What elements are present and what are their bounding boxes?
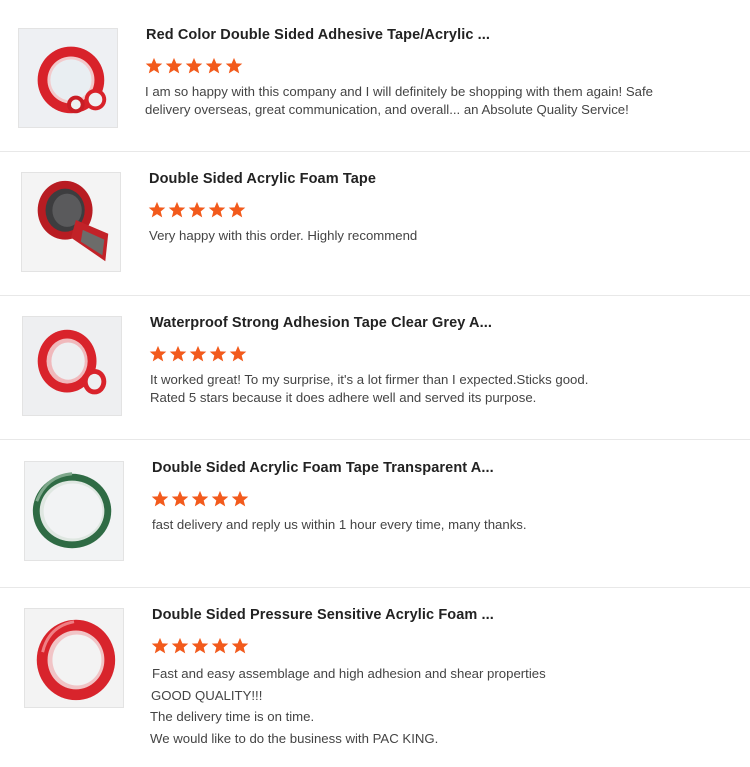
review-text: I am so happy with this company and I wi…: [145, 83, 653, 119]
product-title[interactable]: Double Sided Acrylic Foam Tape Transpare…: [152, 460, 494, 476]
green-transparent-tape-roll-image: [25, 462, 123, 560]
review-text-line: fast delivery and reply us within 1 hour…: [152, 517, 527, 532]
star-rating: [151, 637, 249, 655]
star-icon: [231, 490, 249, 507]
star-icon: [171, 637, 189, 654]
product-title[interactable]: Double Sided Acrylic Foam Tape: [149, 171, 376, 187]
product-title[interactable]: Red Color Double Sided Adhesive Tape/Acr…: [146, 27, 490, 43]
star-icon: [148, 201, 166, 218]
star-rating: [145, 57, 243, 75]
star-rating: [148, 201, 246, 219]
star-icon: [191, 637, 209, 654]
star-icon: [208, 201, 226, 218]
review-text-line: Rated 5 stars because it does adhere wel…: [150, 390, 537, 405]
divider: [0, 587, 750, 588]
star-icon: [191, 490, 209, 507]
star-icon: [171, 490, 189, 507]
grey-foam-tape-roll-image: [22, 173, 120, 271]
star-icon: [228, 201, 246, 218]
review-text-line: GOOD QUALITY!!!: [151, 687, 263, 703]
product-thumbnail[interactable]: [24, 608, 124, 708]
product-title[interactable]: Double Sided Pressure Sensitive Acrylic …: [152, 607, 494, 623]
product-thumbnail[interactable]: [21, 172, 121, 272]
star-icon: [205, 57, 223, 74]
review-text: Very happy with this order. Highly recom…: [149, 227, 417, 245]
review-text: It worked great! To my surprise, it's a …: [150, 371, 588, 407]
star-rating: [151, 490, 249, 508]
star-icon: [229, 345, 247, 362]
review-text-line: It worked great! To my surprise, it's a …: [150, 372, 589, 387]
review-text: fast delivery and reply us within 1 hour…: [152, 516, 527, 534]
red-pressure-tape-roll-image: [25, 609, 123, 707]
product-thumbnail[interactable]: [24, 461, 124, 561]
star-icon: [151, 637, 169, 654]
star-icon: [185, 57, 203, 74]
star-icon: [231, 637, 249, 654]
star-icon: [188, 201, 206, 218]
product-thumbnail[interactable]: [18, 28, 118, 128]
red-clear-tape-rolls-image: [23, 317, 121, 415]
star-icon: [189, 345, 207, 362]
star-icon: [211, 637, 229, 654]
star-icon: [145, 57, 163, 74]
review-text-line: Fast and easy assemblage and high adhesi…: [152, 666, 546, 681]
star-icon: [165, 57, 183, 74]
star-icon: [151, 490, 169, 507]
star-icon: [211, 490, 229, 507]
review-text-line: Very happy with this order. Highly recom…: [149, 228, 418, 243]
divider: [0, 295, 750, 296]
red-tape-rolls-image: [19, 29, 117, 127]
product-title[interactable]: Waterproof Strong Adhesion Tape Clear Gr…: [150, 315, 492, 331]
star-icon: [209, 345, 227, 362]
product-thumbnail[interactable]: [22, 316, 122, 416]
review-text: Fast and easy assemblage and high adhesi…: [150, 663, 546, 749]
divider: [0, 439, 750, 440]
review-text-line: The delivery time is on time.: [150, 709, 315, 724]
review-text-line: We would like to do the business with PA…: [150, 730, 439, 746]
divider: [0, 151, 750, 152]
star-rating: [149, 345, 247, 363]
star-icon: [149, 345, 167, 362]
review-text-line: delivery overseas, great communication, …: [145, 102, 629, 117]
star-icon: [169, 345, 187, 362]
star-icon: [168, 201, 186, 218]
star-icon: [225, 57, 243, 74]
review-text-line: I am so happy with this company and I wi…: [145, 84, 654, 99]
